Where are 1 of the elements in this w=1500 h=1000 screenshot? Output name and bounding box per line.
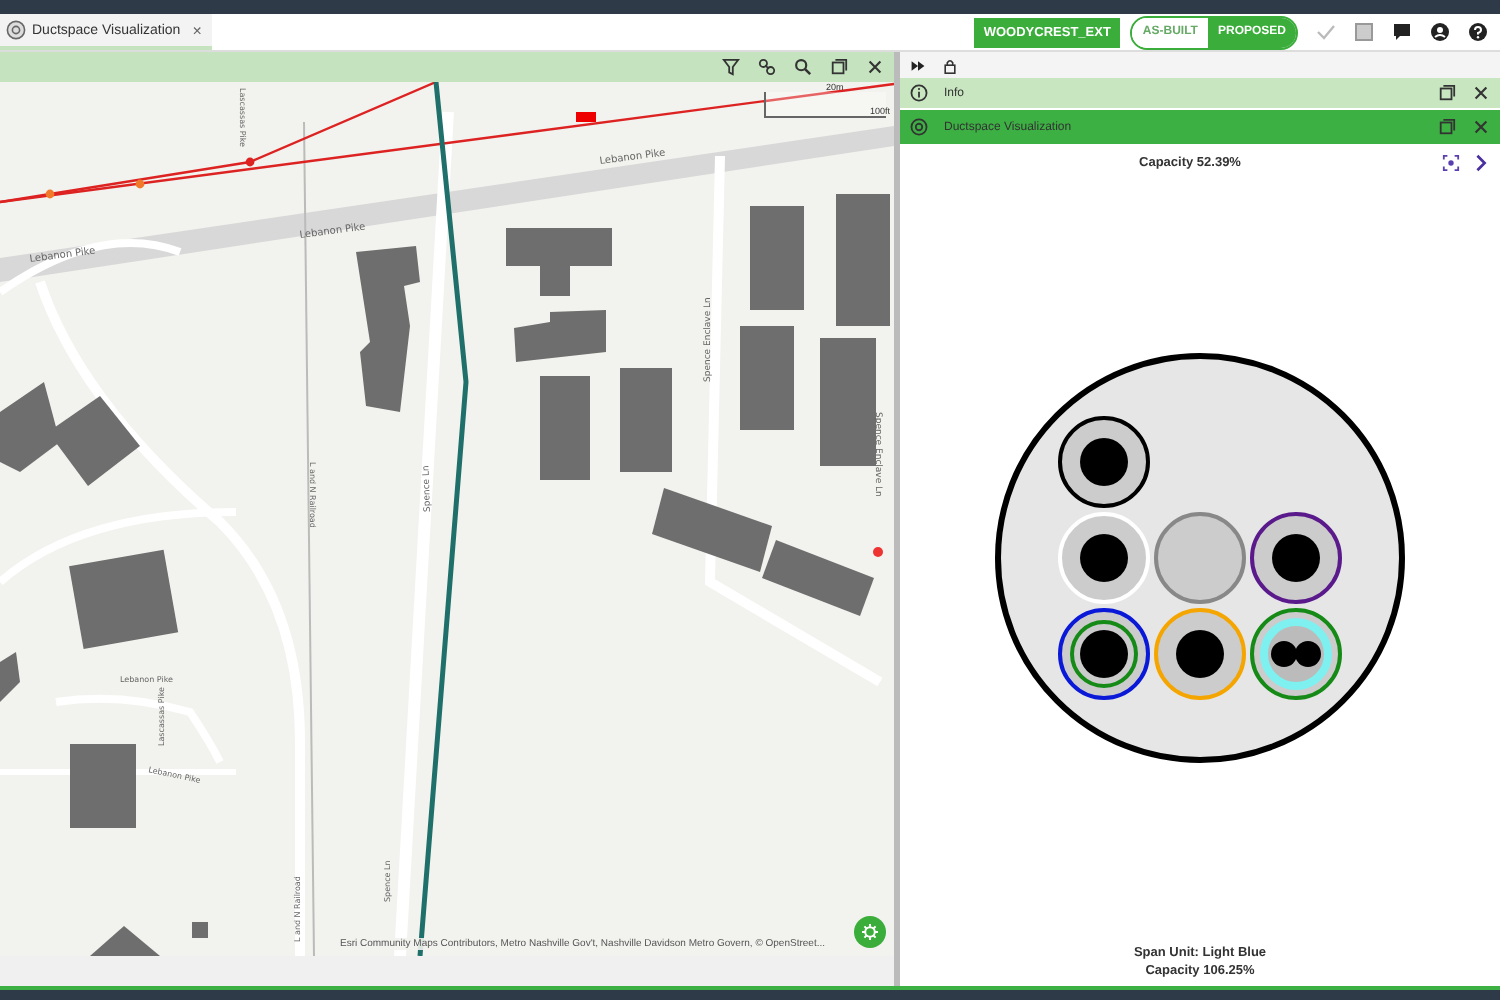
tab-close-button[interactable]: ×	[192, 21, 202, 39]
